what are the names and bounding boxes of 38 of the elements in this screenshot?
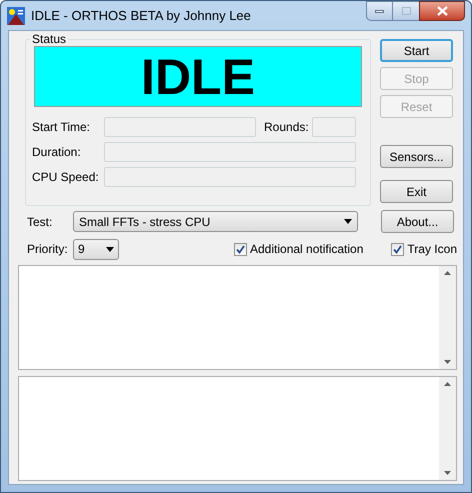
minimize-button[interactable] (366, 1, 393, 21)
text-field[interactable] (104, 117, 256, 137)
window-title: IDLE - ORTHOS BETA by Johnny Lee (31, 6, 251, 25)
app-icon (7, 6, 25, 24)
action-button[interactable]: Start (380, 39, 453, 62)
scrollbar[interactable] (439, 266, 456, 369)
group-label: Status (31, 33, 68, 46)
checkbox[interactable] (234, 242, 247, 256)
dropdown-arrow-icon (344, 219, 352, 224)
scroll-down-icon[interactable] (444, 471, 451, 475)
dropdown-arrow-icon (106, 246, 114, 252)
scroll-down-icon[interactable] (444, 360, 451, 364)
field-label: CPU Speed: (32, 169, 100, 186)
close-button[interactable] (419, 1, 465, 21)
status-text: IDLE (141, 52, 255, 102)
action-button[interactable]: Sensors... (380, 145, 453, 168)
field-label: Start Time: (32, 119, 92, 136)
action-button[interactable]: Exit (380, 180, 453, 203)
checkbox[interactable] (391, 242, 404, 256)
scroll-up-icon[interactable] (444, 382, 451, 386)
scroll-up-icon[interactable] (444, 271, 451, 275)
dropdown-value: Small FFTs - stress CPU (79, 214, 210, 230)
field-label: Rounds: (264, 119, 310, 136)
test-dropdown[interactable]: Small FFTs - stress CPU (73, 211, 358, 232)
action-button[interactable]: About... (381, 210, 454, 233)
text-field[interactable] (312, 117, 356, 137)
priority-dropdown[interactable]: 9 (73, 238, 119, 260)
close-icon[interactable] (436, 6, 448, 16)
maximize-button[interactable] (393, 1, 419, 21)
text-field[interactable] (104, 167, 356, 187)
checkbox-label[interactable]: Tray Icon (407, 240, 457, 258)
field-label: Duration: (32, 144, 82, 161)
priority-label: Priority: (27, 241, 69, 258)
test-label: Test: (27, 214, 54, 230)
checkbox-label[interactable]: Additional notification (250, 240, 364, 258)
dropdown-value: 9 (78, 241, 85, 258)
text-field[interactable] (104, 142, 356, 162)
scrollbar[interactable] (439, 377, 456, 480)
